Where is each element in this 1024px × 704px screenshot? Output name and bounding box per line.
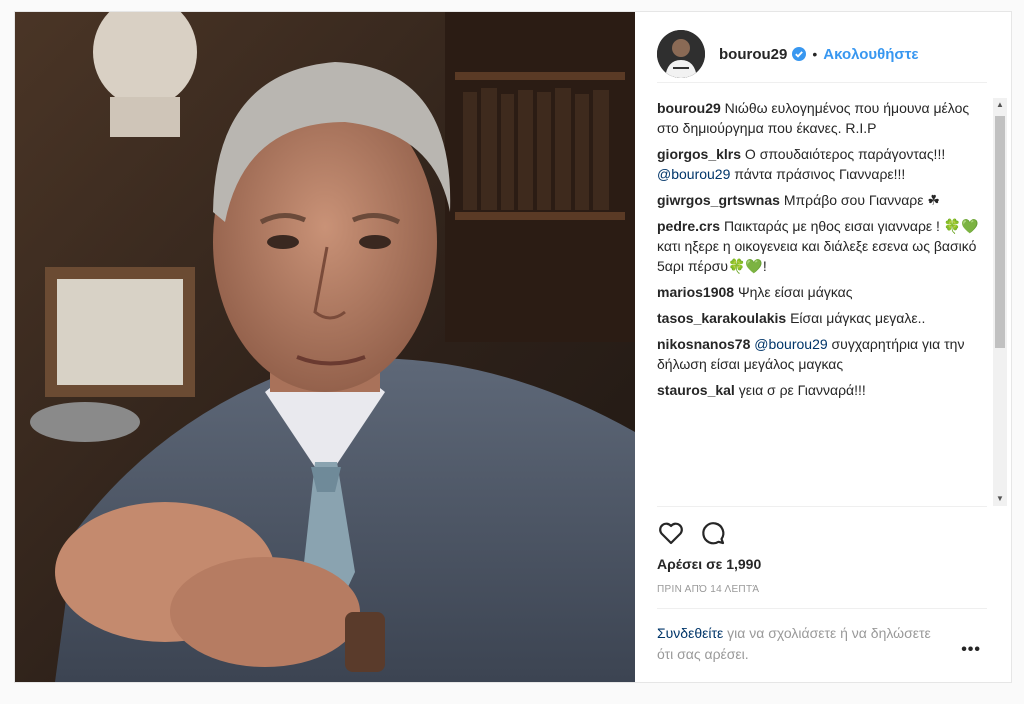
comment-username[interactable]: giwrgos_grtswnas [657,192,780,208]
follow-button[interactable]: Ακολουθήστε [823,46,918,63]
comment-mention[interactable]: @bourou29 [657,166,730,182]
comment-username[interactable]: tasos_karakoulakis [657,310,786,326]
avatar[interactable] [657,30,705,78]
comment-item: nikosnanos78 @bourou29 συγχαρητήρια για … [657,334,987,374]
comment-item: pedre.crs Παικταράς με ηθος εισαι γιαννα… [657,216,987,276]
comment-username[interactable]: pedre.crs [657,218,720,234]
comments-scrollbar[interactable]: ▲ ▼ [993,98,1007,506]
comment-username[interactable]: nikosnanos78 [657,336,750,352]
verified-badge-icon [787,45,807,63]
scroll-up-arrow-icon[interactable]: ▲ [993,98,1007,112]
action-bar [657,506,987,559]
instagram-post: bourou29 • Ακολουθήστε bourou29 Νιώθω ευ… [14,11,1012,683]
post-sidebar: bourou29 • Ακολουθήστε bourou29 Νιώθω ευ… [635,12,1011,682]
comment-item: bourou29 Νιώθω ευλογημένος που ήμουνα μέ… [657,98,987,138]
comment-item: marios1908 Ψηλε είσαι μάγκας [657,282,987,302]
heart-icon[interactable] [657,519,685,547]
post-photo[interactable] [15,12,635,682]
login-prompt: Συνδεθείτε για να σχολιάσετε ή να δηλώσε… [657,608,987,669]
likes-count[interactable]: Αρέσει σε 1,990 [657,556,761,572]
comment-text: Ψηλε είσαι μάγκας [737,284,853,300]
scrollbar-thumb[interactable] [995,116,1005,348]
comment-item: giorgos_klrs Ο σπουδαιότερος παράγοντας!… [657,144,987,184]
scroll-down-arrow-icon[interactable]: ▼ [993,492,1007,506]
comment-text: Είσαι μάγκας μεγαλε.. [790,310,926,326]
portrait-image [15,12,635,682]
comment-username[interactable]: marios1908 [657,284,734,300]
author-username[interactable]: bourou29 [719,46,787,63]
post-timestamp[interactable]: ΠΡΙΝ ΑΠΌ 14 ΛΕΠΤΆ [657,584,759,595]
comment-mention[interactable]: @bourou29 [754,336,827,352]
comment-item: stauros_kal γεια σ ρε Γιανναρά!!! [657,380,987,400]
comment-icon[interactable] [699,519,727,547]
comment-text: Μπράβο σου Γιανναρε ☘ [783,192,940,208]
comment-text: πάντα πράσινος Γιανναρε!!! [730,166,906,182]
comment-item: tasos_karakoulakis Είσαι μάγκας μεγαλε.. [657,308,987,328]
comment-username[interactable]: bourou29 [657,100,721,116]
login-link[interactable]: Συνδεθείτε [657,625,723,641]
post-header: bourou29 • Ακολουθήστε [657,26,987,83]
more-options-icon[interactable]: ••• [961,641,981,659]
login-prompt-text: Συνδεθείτε για να σχολιάσετε ή να δηλώσε… [657,623,947,665]
separator-dot: • [812,46,818,62]
comment-item: giwrgos_grtswnas Μπράβο σου Γιανναρε ☘ [657,190,987,210]
comment-text: γεια σ ρε Γιανναρά!!! [738,382,866,398]
comments-list[interactable]: bourou29 Νιώθω ευλογημένος που ήμουνα μέ… [657,98,987,508]
comment-username[interactable]: giorgos_klrs [657,146,741,162]
comment-text: Ο σπουδαιότερος παράγοντας!!! [744,146,946,162]
comment-username[interactable]: stauros_kal [657,382,735,398]
